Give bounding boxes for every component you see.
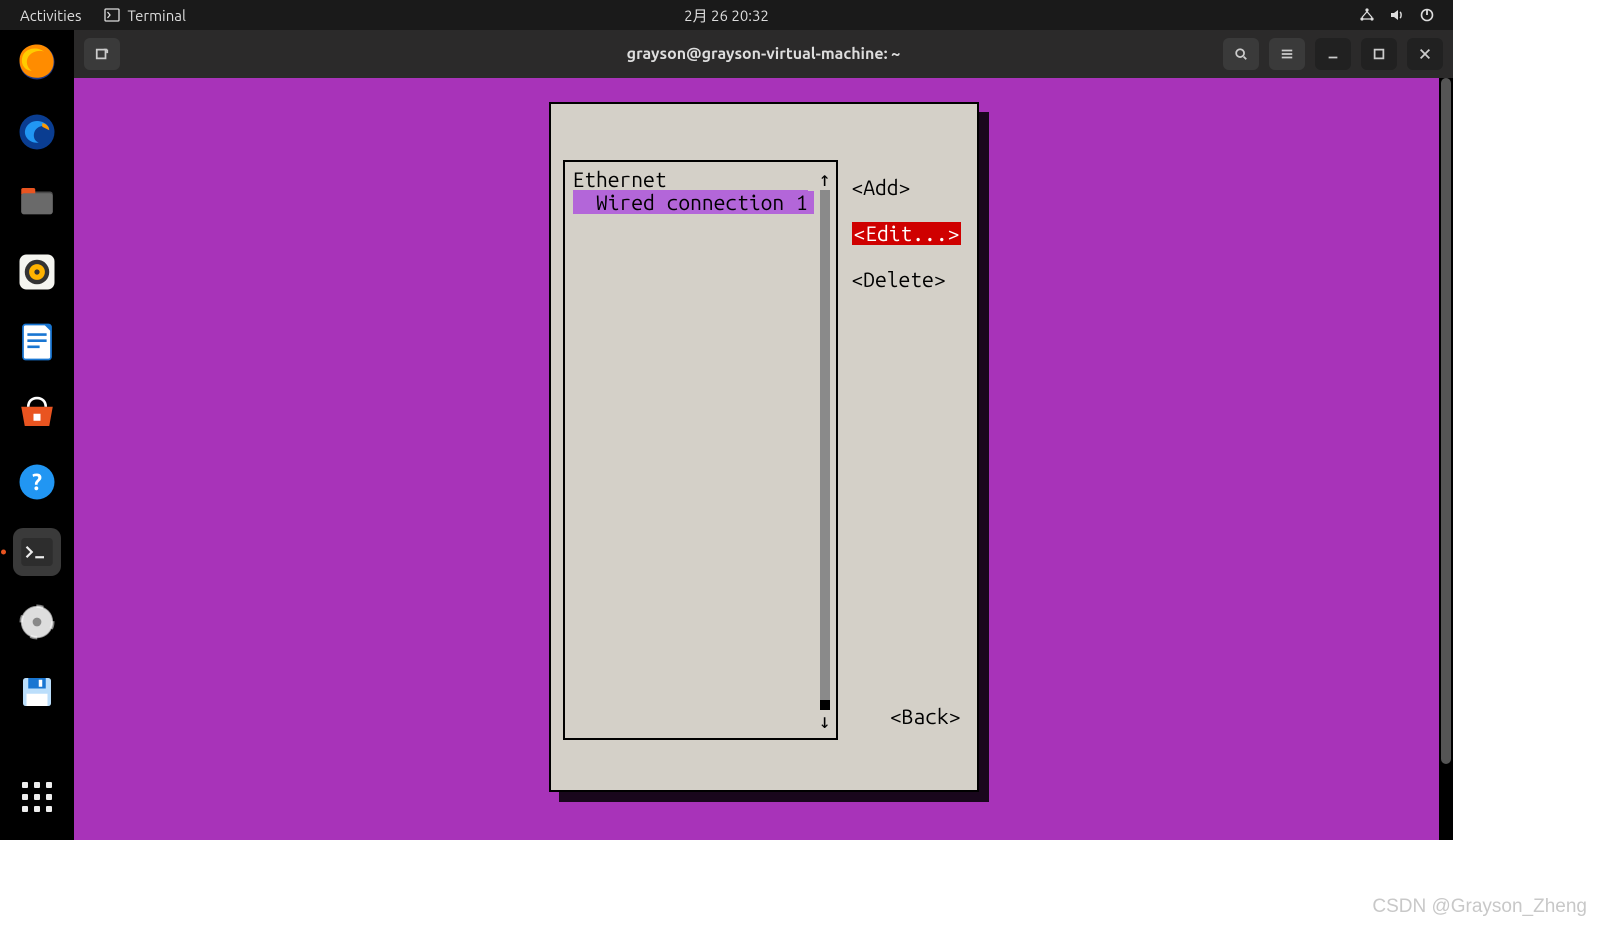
gnome-topbar: Activities Terminal 2月 26 20:32 xyxy=(0,0,1453,30)
dock-files[interactable] xyxy=(13,178,61,226)
svg-text:?: ? xyxy=(32,470,42,495)
search-button[interactable] xyxy=(1223,38,1259,70)
activities-button[interactable]: Activities xyxy=(20,7,82,24)
terminal-scrollbar[interactable] xyxy=(1439,78,1453,840)
action-buttons: <Add> <Edit...> <Delete> xyxy=(852,176,962,778)
edit-button[interactable]: <Edit...> xyxy=(852,222,962,245)
delete-button[interactable]: <Delete> xyxy=(852,268,962,291)
list-scrollbar[interactable]: ↑ ↓ xyxy=(818,170,832,730)
nmtui-dialog: Ethernet Wired connection 1 ↑ ↓ <Add> <E… xyxy=(549,102,979,792)
scrollbar-track[interactable] xyxy=(820,190,830,710)
window-titlebar: grayson@grayson-virtual-machine: ~ xyxy=(74,30,1453,78)
terminal-window: grayson@grayson-virtual-machine: ~ xyxy=(74,30,1453,840)
dock-terminal[interactable] xyxy=(13,528,61,576)
new-tab-button[interactable] xyxy=(84,38,120,70)
scroll-down-icon[interactable]: ↓ xyxy=(818,712,830,730)
add-button[interactable]: <Add> xyxy=(852,176,962,199)
scroll-up-icon[interactable]: ↑ xyxy=(818,170,830,188)
connection-list[interactable]: Ethernet Wired connection 1 ↑ ↓ xyxy=(563,160,838,740)
dock-ubuntu-software[interactable] xyxy=(13,388,61,436)
connection-category: Ethernet xyxy=(573,168,814,191)
window-title: grayson@grayson-virtual-machine: ~ xyxy=(627,45,901,63)
clock[interactable]: 2月 26 20:32 xyxy=(684,7,769,24)
power-icon[interactable] xyxy=(1419,7,1435,23)
network-icon[interactable] xyxy=(1359,7,1375,23)
terminal-icon xyxy=(104,7,120,23)
dock-libreoffice-writer[interactable] xyxy=(13,318,61,366)
connection-item-selected[interactable]: Wired connection 1 xyxy=(573,191,814,214)
hamburger-menu-button[interactable] xyxy=(1269,38,1305,70)
dock-firefox[interactable] xyxy=(13,38,61,86)
topbar-app-label: Terminal xyxy=(128,7,186,24)
maximize-button[interactable] xyxy=(1361,38,1397,70)
terminal-body[interactable]: Ethernet Wired connection 1 ↑ ↓ <Add> <E… xyxy=(74,78,1453,840)
dock-help[interactable]: ? xyxy=(13,458,61,506)
watermark: CSDN @Grayson_Zheng xyxy=(1372,896,1587,918)
back-button-area: <Back> xyxy=(890,705,961,728)
minimize-button[interactable] xyxy=(1315,38,1351,70)
close-button[interactable] xyxy=(1407,38,1443,70)
volume-icon[interactable] xyxy=(1389,7,1405,23)
dock-save[interactable] xyxy=(13,668,61,716)
dock-thunderbird[interactable] xyxy=(13,108,61,156)
desktop: Activities Terminal 2月 26 20:32 xyxy=(0,0,1453,840)
dock-rhythmbox[interactable] xyxy=(13,248,61,296)
dock: ? xyxy=(0,30,74,840)
show-applications-button[interactable] xyxy=(18,778,56,816)
back-button[interactable]: <Back> xyxy=(890,705,961,728)
dock-disk[interactable] xyxy=(13,598,61,646)
topbar-app-menu[interactable]: Terminal xyxy=(104,7,186,24)
